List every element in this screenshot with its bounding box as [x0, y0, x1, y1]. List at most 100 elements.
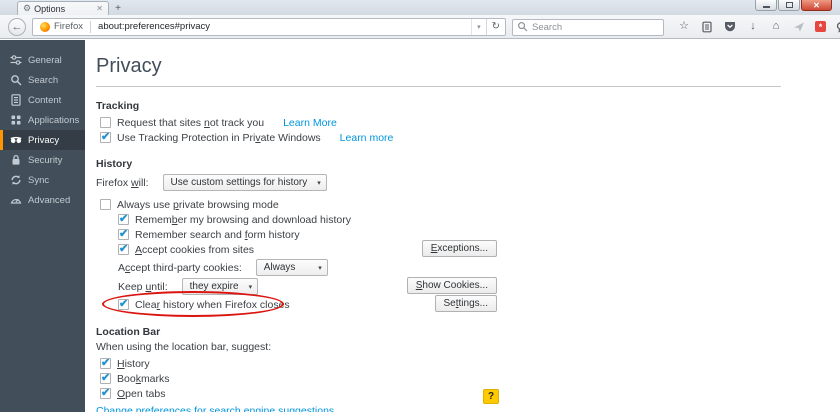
tab-options[interactable]: ⚙ Options ✕	[17, 1, 109, 15]
check-icon: ✔	[101, 387, 111, 399]
history-mode-value: Use custom settings for history	[170, 177, 308, 188]
pocket-icon[interactable]	[723, 20, 737, 34]
sidebar-item-applications[interactable]: Applications	[0, 110, 85, 130]
tracking-protection-label[interactable]: Use Tracking Protection in Private Windo…	[117, 132, 321, 144]
chevron-down-icon: ▾	[317, 179, 321, 187]
suggest-history-checkbox[interactable]: ✔	[100, 357, 111, 369]
reload-icon: ↻	[491, 21, 500, 32]
private-browsing-label[interactable]: Always use private browsing mode	[117, 199, 279, 211]
help-button[interactable]: ?	[483, 389, 499, 404]
privacy-pane: Privacy Tracking Request that sites not …	[85, 40, 840, 412]
back-icon: ←	[11, 20, 23, 33]
private-browsing-checkbox[interactable]	[100, 199, 111, 210]
suggest-bookmarks-label[interactable]: Bookmarks	[117, 373, 170, 385]
history-mode-select[interactable]: Use custom settings for history ▾	[162, 174, 327, 191]
clear-history-label[interactable]: Clear history when Firefox closes	[135, 299, 290, 311]
sidebar-item-label: Applications	[28, 114, 80, 126]
site-identity-label: Firefox	[54, 21, 84, 32]
suggest-open-tabs-row: ✔ Open tabs	[100, 386, 800, 401]
exceptions-button[interactable]: Exceptions...	[421, 240, 497, 257]
keep-until-value: they expire	[189, 281, 239, 292]
sidebar-item-content[interactable]: Content	[0, 90, 85, 110]
accept-cookies-label[interactable]: Accept cookies from sites	[135, 244, 254, 256]
search-input[interactable]	[512, 19, 664, 36]
navigation-toolbar: ← Firefox about:preferences#privacy ▾ ↻ …	[0, 15, 840, 39]
dnt-label[interactable]: Request that sites not track you	[117, 117, 264, 129]
remember-history-label[interactable]: Remember my browsing and download histor…	[135, 214, 351, 226]
tab-title: Options	[34, 3, 66, 14]
window-close-button[interactable]: ✕	[801, 0, 832, 11]
location-bar-heading: Location Bar	[96, 326, 161, 338]
sidebar-item-label: Advanced	[28, 194, 71, 206]
remember-history-checkbox[interactable]: ✔	[118, 213, 129, 225]
remember-history-row: ✔ Remember my browsing and download hist…	[118, 212, 818, 227]
sidebar-item-advanced[interactable]: Advanced	[0, 190, 85, 210]
gear-icon: ⚙	[23, 3, 32, 13]
remember-form-label[interactable]: Remember search and form history	[135, 229, 300, 241]
dnt-checkbox[interactable]	[100, 117, 111, 128]
url-bar[interactable]: Firefox about:preferences#privacy ▾ ↻	[32, 17, 506, 36]
window-restore-button[interactable]	[778, 0, 800, 11]
window-minimize-button[interactable]	[755, 0, 777, 11]
privacy-mask-icon	[10, 136, 22, 144]
suggest-open-tabs-checkbox[interactable]: ✔	[100, 387, 111, 399]
library-icon[interactable]	[700, 20, 714, 34]
firefox-logo-icon	[40, 21, 50, 32]
private-browsing-row: Always use private browsing mode	[100, 197, 800, 212]
sidebar-item-label: Content	[28, 94, 62, 106]
suggest-open-tabs-label[interactable]: Open tabs	[117, 388, 165, 400]
suggest-history-row: ✔ History	[100, 356, 800, 371]
tp-learn-more-link[interactable]: Learn more	[340, 132, 394, 144]
minimize-icon	[762, 6, 770, 8]
url-dropdown-button[interactable]: ▾	[471, 18, 486, 35]
clear-history-checkbox[interactable]: ✔	[118, 298, 129, 310]
applications-icon	[11, 115, 21, 125]
tab-close-icon[interactable]: ✕	[96, 4, 103, 13]
suggest-bookmarks-checkbox[interactable]: ✔	[100, 372, 111, 384]
download-icon[interactable]: ↓	[746, 20, 760, 34]
extension-icon[interactable]: *	[815, 21, 826, 32]
general-dial-icon	[10, 55, 22, 65]
url-text[interactable]: about:preferences#privacy	[91, 21, 471, 32]
back-button[interactable]: ←	[8, 17, 26, 36]
suggest-history-label[interactable]: History	[117, 358, 150, 370]
advanced-gauge-icon	[10, 198, 22, 204]
history-mode-row: Firefox will: Use custom settings for hi…	[96, 173, 796, 192]
search-box[interactable]	[512, 17, 664, 36]
search-suggestions-link[interactable]: Change preferences for search engine sug…	[96, 405, 343, 412]
accept-cookies-checkbox[interactable]: ✔	[118, 243, 129, 255]
bookmark-star-icon[interactable]: ☆	[677, 20, 691, 34]
remember-form-checkbox[interactable]: ✔	[118, 228, 129, 240]
sidebar-item-general[interactable]: General	[0, 50, 85, 70]
clear-history-row: ✔ Clear history when Firefox closes Sett…	[102, 291, 818, 317]
tab-bar: ⚙ Options ✕ + ✕	[0, 0, 840, 15]
home-icon[interactable]: ⌂	[769, 20, 783, 34]
tracking-protection-row: ✔ Use Tracking Protection in Private Win…	[100, 130, 800, 145]
site-identity[interactable]: Firefox	[33, 19, 90, 35]
sidebar-item-label: General	[28, 54, 62, 66]
search-suggestions-link-row: Change preferences for search engine sug…	[96, 403, 796, 412]
security-lock-icon	[12, 154, 20, 165]
sidebar-item-label: Search	[28, 74, 59, 86]
dnt-learn-more-link[interactable]: Learn More	[283, 117, 337, 129]
send-tab-icon[interactable]	[792, 20, 806, 34]
show-cookies-button[interactable]: Show Cookies...	[406, 277, 497, 294]
sidebar-item-security[interactable]: Security	[0, 150, 85, 170]
close-icon: ✕	[813, 0, 820, 10]
sidebar-item-privacy[interactable]: Privacy	[0, 130, 85, 150]
new-tab-button[interactable]: +	[109, 2, 127, 15]
keep-until-select[interactable]: they expire ▾	[181, 278, 259, 295]
keep-until-row: Keep until: they expire ▾ Show Cookies..…	[118, 277, 818, 296]
sidebar-item-search[interactable]: Search	[0, 70, 85, 90]
tracking-protection-checkbox[interactable]: ✔	[100, 131, 111, 143]
feedback-icon[interactable]	[835, 20, 840, 34]
history-heading: History	[96, 158, 133, 170]
third-party-cookies-select[interactable]: Always ▾	[255, 259, 328, 276]
settings-button[interactable]: Settings...	[434, 295, 497, 312]
title-divider	[96, 86, 781, 87]
search-icon	[518, 21, 528, 31]
sidebar-item-sync[interactable]: Sync	[0, 170, 85, 190]
reload-button[interactable]: ↻	[485, 18, 505, 35]
sidebar-item-label: Privacy	[28, 134, 60, 146]
sync-arrows-icon	[11, 175, 21, 185]
